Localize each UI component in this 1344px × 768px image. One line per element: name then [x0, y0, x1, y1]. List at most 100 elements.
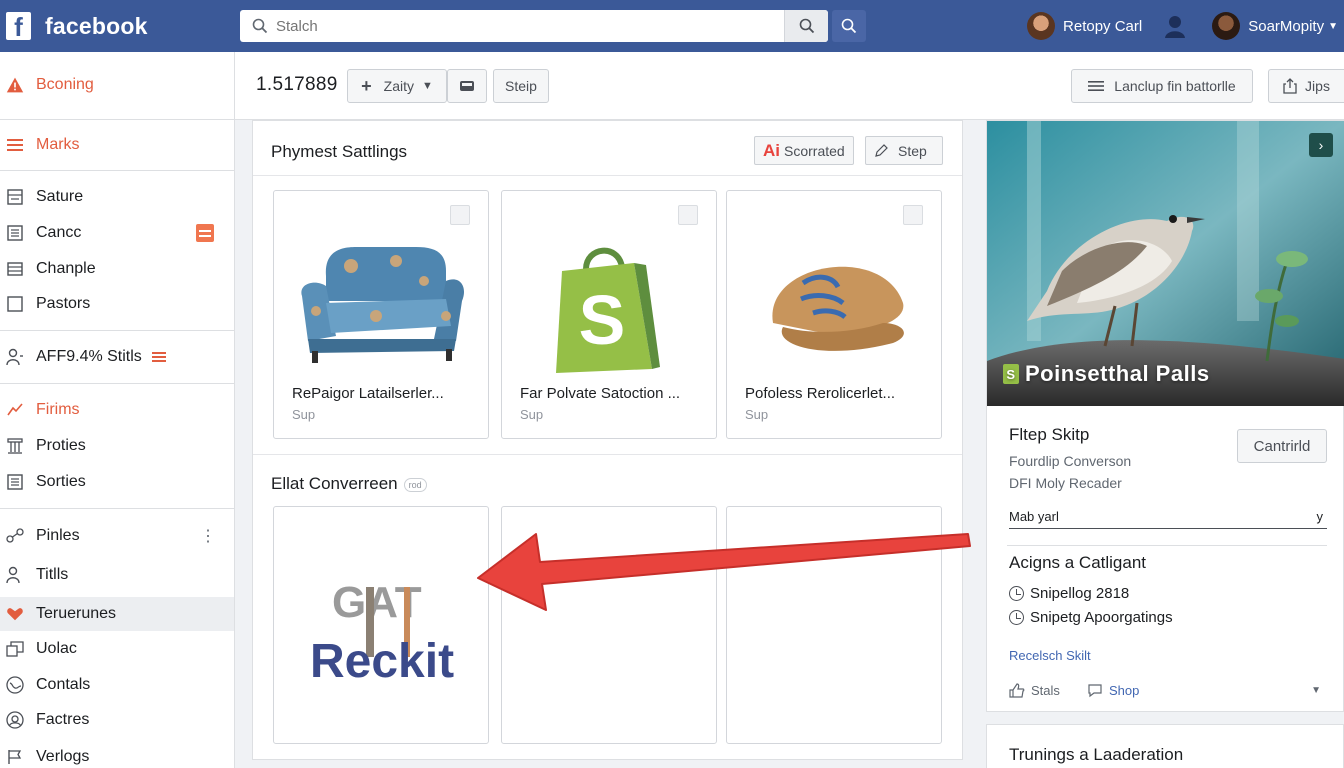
divider [1007, 545, 1327, 546]
product-card[interactable]: Pofoless Rerolicerlet... Sup [726, 190, 942, 439]
product-title: Pofoless Rerolicerlet... [745, 385, 896, 402]
sidebar-item-chanple[interactable]: Chanple [0, 252, 234, 286]
search-input[interactable] [276, 17, 816, 35]
search-submit-button[interactable] [832, 10, 866, 42]
zaity-dropdown-button[interactable]: + Zaity ▼ [347, 69, 447, 103]
brand[interactable]: f facebook [6, 12, 232, 40]
logo-bottom-text: Reckit [310, 635, 454, 687]
schedule-item[interactable]: Snipellog 2818 [1009, 585, 1129, 602]
users-icon [6, 348, 24, 366]
search-bar[interactable] [240, 10, 828, 42]
svg-text:S: S [579, 281, 626, 359]
notification-badge-icon [196, 224, 214, 242]
sidebar-item-label: Cancc [36, 224, 82, 241]
copy-icon [6, 640, 24, 658]
sidebar-item-proties[interactable]: Proties [0, 429, 234, 463]
left-sidebar: Bconing Marks Sature Cancc Chanple Pasto… [0, 52, 235, 768]
facebook-logo-icon: f [6, 12, 31, 40]
step-edit-button[interactable]: Step [865, 136, 943, 165]
cantrirld-button[interactable]: Cantrirld [1237, 429, 1327, 463]
card-menu-icon[interactable] [450, 205, 470, 225]
sidebar-item-label: Pinles [36, 527, 80, 544]
sidebar-item-factres[interactable]: Factres [0, 703, 234, 737]
avatar [1027, 12, 1056, 40]
annotation-arrow-icon [477, 533, 971, 611]
thumbs-up-icon [1009, 683, 1025, 698]
shop-link[interactable]: Shop [1087, 683, 1139, 698]
product-subtitle: Sup [292, 407, 316, 422]
shopify-bag-image: S [556, 247, 660, 373]
card-title: Fltep Skitp [1009, 425, 1090, 444]
profile-link-1[interactable]: Retopy Carl [1027, 12, 1142, 40]
right-panel-secondary: Trunings a Laaderation [986, 724, 1344, 768]
step-button[interactable]: Steip [493, 69, 549, 103]
sidebar-item-label: Marks [36, 136, 80, 153]
product-card[interactable]: S Far Polvate Satoction ... Sup [501, 190, 717, 439]
profile-link-2[interactable]: SoarMopity [1212, 12, 1324, 40]
schedule-item[interactable]: Snipetg Apoorgatings [1009, 609, 1173, 626]
zaity-label: Zaity [383, 78, 414, 94]
product-card[interactable]: RePaigor Latailserler... Sup [273, 190, 489, 439]
list-icon [6, 224, 24, 242]
divider [0, 508, 234, 509]
sidebar-item-bconing[interactable]: Bconing [0, 68, 234, 102]
sidebar-item-verlogs[interactable]: Verlogs [0, 740, 234, 768]
info-line: Fourdlip Converson [1009, 453, 1132, 469]
square-icon [6, 295, 24, 313]
profile-name-1: Retopy Carl [1063, 17, 1143, 35]
ai-icon: Ai [763, 140, 780, 160]
inbox-button[interactable] [447, 69, 487, 103]
list-icon [6, 188, 24, 206]
chevron-down-icon: ▼ [421, 80, 433, 92]
section-tag: rod [403, 477, 427, 492]
logo-card[interactable]: GAT Reckit [273, 506, 489, 744]
section-title: Trunings a Laaderation [1009, 745, 1184, 764]
select-dropdown[interactable]: Mab yarl y [1009, 505, 1327, 529]
sidebar-item-marks[interactable]: Marks [0, 128, 234, 162]
page-count: 1.517889 [256, 74, 338, 95]
jips-button[interactable]: Jips [1268, 69, 1344, 103]
divider [0, 383, 234, 384]
chevron-down-icon[interactable]: ▼ [1311, 685, 1321, 696]
scorrated-button[interactable]: Ai Scorrated [754, 136, 854, 165]
edit-icon [875, 143, 888, 157]
flag-icon [6, 748, 24, 766]
product-title: Far Polvate Satoction ... [520, 385, 681, 402]
sidebar-item-teruerunes[interactable]: Teruerunes [0, 597, 234, 631]
search-button[interactable] [784, 10, 828, 42]
divider [0, 119, 234, 120]
card-menu-icon[interactable] [678, 205, 698, 225]
sidebar-item-stitls[interactable]: AFF9.4% Stitls [0, 340, 234, 374]
search-icon [799, 18, 814, 34]
sidebar-item-pinles[interactable]: Pinles ⋮ [0, 519, 234, 553]
more-options-icon[interactable]: ⋮ [200, 526, 216, 546]
chevron-right-icon[interactable]: › [1309, 133, 1333, 157]
sidebar-item-label: Sorties [36, 473, 86, 490]
plus-icon: + [361, 75, 372, 96]
sidebar-item-label: Verlogs [36, 748, 90, 765]
sidebar-item-contals[interactable]: Contals [0, 668, 234, 702]
step-edit-label: Step [898, 142, 927, 159]
research-link[interactable]: Recelsch Skilt [1009, 648, 1091, 663]
building-icon [6, 437, 24, 455]
sidebar-item-pastors[interactable]: Pastors [0, 287, 234, 321]
hero-image[interactable]: › S Poinsetthal Palls [987, 121, 1344, 406]
sidebar-item-titlls[interactable]: Titlls [0, 558, 234, 592]
friends-icon[interactable] [1162, 13, 1188, 39]
sidebar-item-label: Proties [36, 437, 86, 454]
info-line: DFI Moly Recader [1009, 475, 1122, 491]
sidebar-item-cancc[interactable]: Cancc [0, 216, 234, 250]
sidebar-item-label: Firims [36, 401, 80, 418]
chevron-down-icon[interactable]: ▼ [1328, 21, 1338, 32]
profile-name-2: SoarMopity [1248, 17, 1325, 35]
top-navigation-bar: f facebook Retopy Carl SoarMopity ▼ [0, 0, 1344, 52]
stats-link[interactable]: Stals [1009, 683, 1060, 698]
sidebar-item-uolac[interactable]: Uolac [0, 632, 234, 666]
sidebar-item-sature[interactable]: Sature [0, 180, 234, 214]
sidebar-item-sorties[interactable]: Sorties [0, 465, 234, 499]
sidebar-item-firims[interactable]: Firims [0, 393, 234, 427]
card-menu-icon[interactable] [903, 205, 923, 225]
setup-button[interactable]: Lanclup fin battorlle [1071, 69, 1253, 103]
sidebar-item-label: Teruerunes [36, 605, 117, 622]
page-toolbar: 1.517889 + Zaity ▼ Steip Lanclup fin bat… [235, 52, 1344, 120]
